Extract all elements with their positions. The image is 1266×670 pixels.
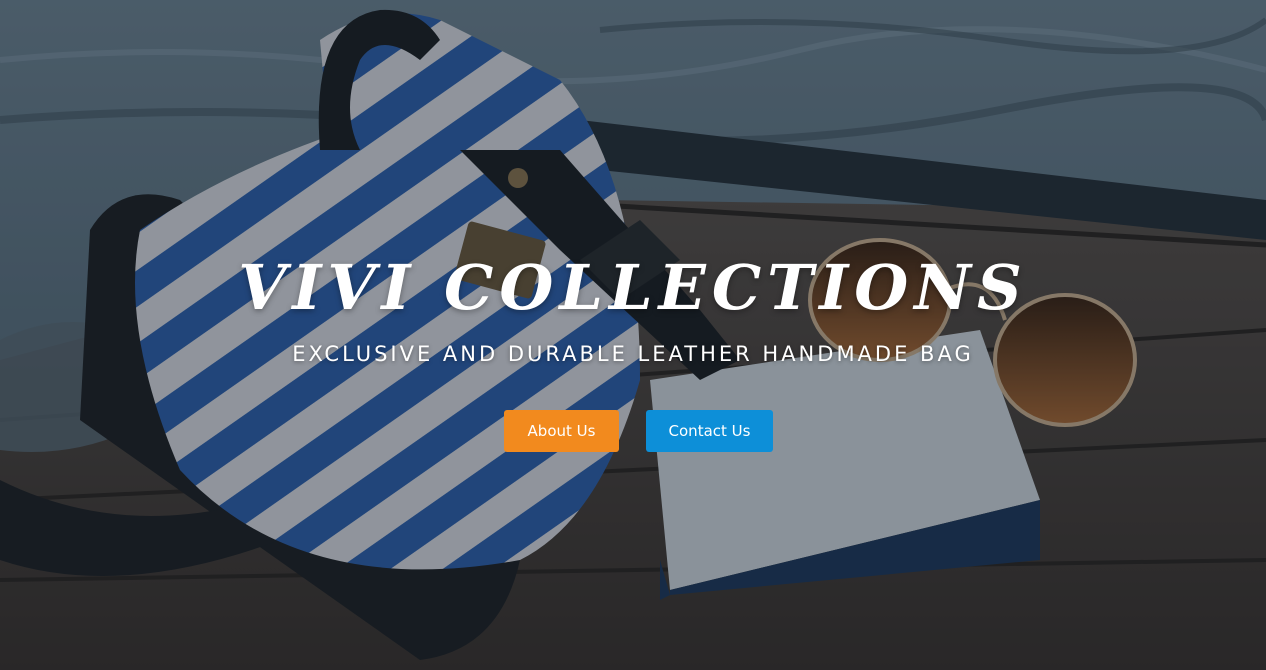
contact-us-button[interactable]: Contact Us <box>646 410 773 452</box>
hero-content: VIVI COLLECTIONS EXCLUSIVE AND DURABLE L… <box>0 0 1266 670</box>
about-us-button[interactable]: About Us <box>504 410 619 452</box>
hero-subtitle: EXCLUSIVE AND DURABLE LEATHER HANDMADE B… <box>292 342 974 366</box>
hero-title: VIVI COLLECTIONS <box>238 251 1028 324</box>
hero-section: VIVI COLLECTIONS EXCLUSIVE AND DURABLE L… <box>0 0 1266 670</box>
